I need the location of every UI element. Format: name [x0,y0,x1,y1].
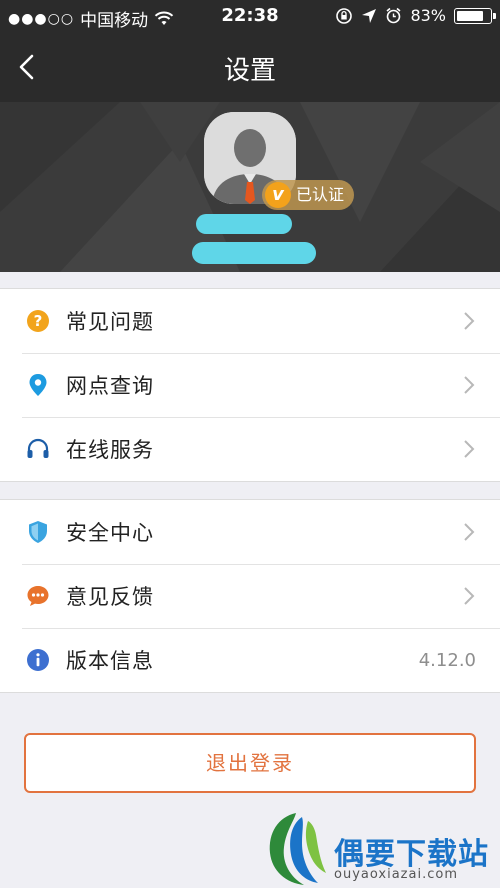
menu-item-label: 网点查询 [66,374,154,398]
menu-item-online-service[interactable]: 在线服务 [0,417,500,481]
menu-item-version-info[interactable]: 版本信息 4.12.0 [0,628,500,692]
alarm-icon [386,7,401,24]
username-redacted [196,214,292,234]
shield-icon [29,521,47,543]
menu-item-security-center[interactable]: 安全中心 [0,500,500,564]
watermark: 偶要下载站 ouyaoxiazai.com [258,805,500,888]
chevron-right-icon [464,312,475,330]
menu-item-label: 版本信息 [66,649,154,673]
logout-button[interactable]: 退出登录 [24,733,476,793]
settings-group-help: ? 常见问题 网点查询 在线服务 [0,288,500,482]
menu-item-label: 在线服务 [66,438,154,462]
battery-icon [454,7,496,24]
phone-number-redacted [192,242,316,264]
navigation-bar: 设置 [0,32,500,102]
verified-label: 已认证 [296,185,345,204]
chevron-right-icon [464,440,475,458]
page-title: 设置 [223,56,276,86]
chevron-right-icon [464,587,475,605]
v-badge-icon: v [265,182,291,208]
chevron-right-icon [464,523,475,541]
profile-header: v 已认证 [0,102,500,272]
svg-text:?: ? [34,312,43,330]
verified-badge: v 已认证 [262,180,355,210]
info-circle-icon [27,649,49,671]
question-circle-icon: ? [27,310,49,332]
location-arrow-icon [362,8,377,23]
headset-icon [27,438,49,458]
status-bar: ●●●○○ 中国移动 22:38 83% [0,0,500,32]
chevron-right-icon [464,376,475,394]
settings-group-general: 安全中心 意见反馈 版本信息 4.12.0 [0,499,500,693]
battery-level [457,10,483,21]
watermark-logo-icon [269,813,326,885]
battery-percentage: 83% [410,6,446,25]
menu-item-feedback[interactable]: 意见反馈 [0,564,500,628]
menu-item-label: 常见问题 [66,310,154,334]
menu-item-label: 意见反馈 [66,585,154,609]
watermark-url: ouyaoxiazai.com [334,867,458,882]
location-pin-icon [29,374,47,396]
rotation-lock-icon [336,7,353,24]
version-number: 4.12.0 [418,649,476,671]
menu-item-faq[interactable]: ? 常见问题 [0,289,500,353]
chat-bubble-icon [27,586,49,606]
menu-item-label: 安全中心 [66,521,154,545]
menu-item-branch-search[interactable]: 网点查询 [0,353,500,417]
